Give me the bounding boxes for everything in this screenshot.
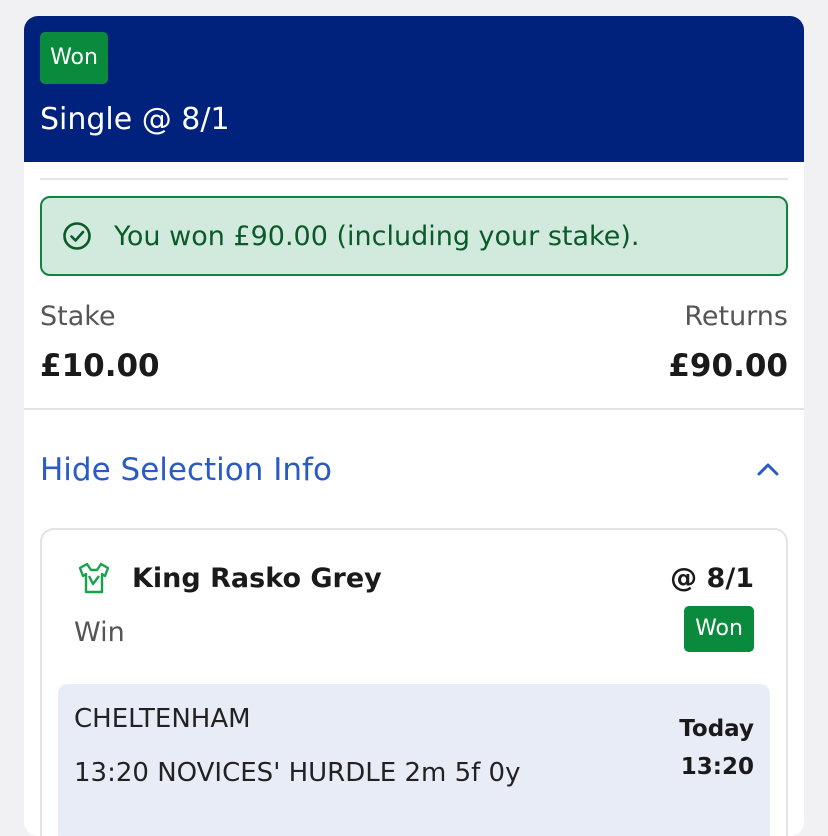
selection-card: King Rasko Grey @ 8/1 Win Won CHELTENHAM… [40, 528, 788, 836]
hide-selection-info-link[interactable]: Hide Selection Info [40, 450, 332, 490]
event-time: 13:20 [680, 754, 754, 780]
bet-title: Single @ 8/1 [40, 102, 230, 137]
chevron-up-icon[interactable] [754, 456, 782, 484]
silk-icon [78, 562, 110, 594]
selection-status-badge: Won [684, 606, 754, 652]
course-name: CHELTENHAM [74, 704, 251, 734]
divider [40, 178, 788, 180]
check-circle-icon [63, 222, 91, 250]
win-message: You won £90.00 (including your stake). [114, 221, 640, 252]
stake-value: £10.00 [40, 348, 160, 384]
divider [24, 408, 804, 410]
bet-header: Won Single @ 8/1 [24, 16, 804, 162]
returns-value: £90.00 [668, 348, 788, 384]
event-info: CHELTENHAM 13:20 NOVICES' HURDLE 2m 5f 0… [58, 684, 770, 836]
selection-name: King Rasko Grey [132, 563, 382, 594]
race-name: 13:20 NOVICES' HURDLE 2m 5f 0y [74, 758, 521, 788]
win-banner: You won £90.00 (including your stake). [40, 196, 788, 276]
returns-label: Returns [684, 301, 788, 332]
status-badge: Won [40, 32, 108, 84]
selection-odds: @ 8/1 [670, 563, 754, 594]
bet-type: Win [74, 617, 125, 648]
event-day: Today [679, 716, 754, 742]
bet-card: Won Single @ 8/1 You won £90.00 (includi… [24, 16, 804, 836]
stake-label: Stake [40, 301, 116, 332]
